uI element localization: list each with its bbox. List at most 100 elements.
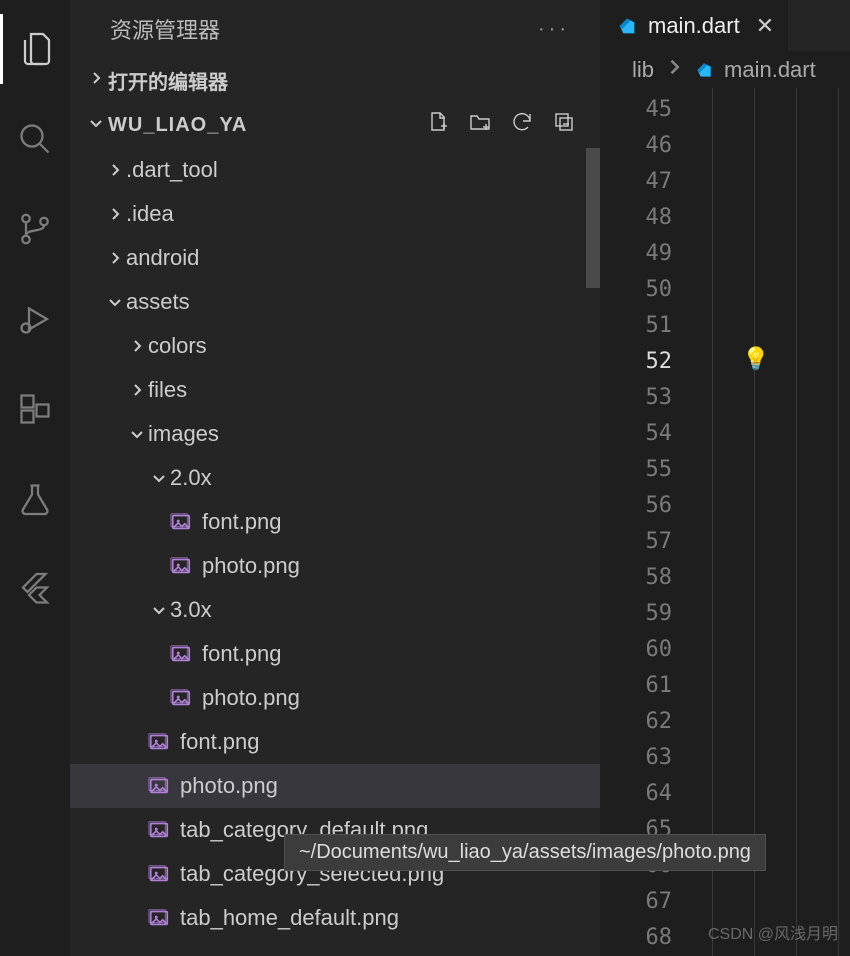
explorer-header: 资源管理器 ··· [70, 0, 600, 58]
line-number: 60 [600, 632, 672, 668]
line-number: 53 [600, 380, 672, 416]
tree-item-label: 2.0x [170, 465, 212, 491]
explorer-more-icon[interactable]: ··· [538, 18, 580, 41]
tree-item-label: .idea [126, 201, 174, 227]
chevron-right-icon [126, 338, 148, 354]
tree-item-label: photo.png [180, 773, 278, 799]
open-editors-label: 打开的编辑器 [108, 66, 228, 95]
line-number: 56 [600, 488, 672, 524]
code-body[interactable]: 💡 [688, 88, 850, 956]
line-number: 50 [600, 272, 672, 308]
code-area[interactable]: 4546474849505152535455565758596061626364… [600, 88, 850, 956]
line-number: 57 [600, 524, 672, 560]
tree-file[interactable]: photo.png [70, 544, 600, 588]
line-number: 52 [600, 344, 672, 380]
explorer-title: 资源管理器 [110, 13, 538, 45]
tree-item-label: photo.png [202, 553, 300, 579]
line-number: 48 [600, 200, 672, 236]
activity-bar [0, 0, 70, 956]
dart-icon [694, 60, 714, 80]
flask-icon [17, 481, 53, 517]
scrollbar-thumb[interactable] [586, 148, 600, 288]
line-number: 61 [600, 668, 672, 704]
tree-folder[interactable]: 2.0x [70, 456, 600, 500]
activity-flutter[interactable] [0, 554, 70, 624]
line-number: 62 [600, 704, 672, 740]
chevron-down-icon [148, 602, 170, 618]
extensions-icon [17, 391, 53, 427]
chevron-right-icon [664, 57, 684, 83]
chevron-right-icon [104, 250, 126, 266]
tree-item-label: files [148, 377, 187, 403]
breadcrumb-file[interactable]: main.dart [724, 57, 816, 83]
breadcrumb[interactable]: lib main.dart [600, 51, 850, 88]
tree-item-label: tab_home_default.png [180, 905, 399, 931]
tree-item-label: photo.png [202, 685, 300, 711]
chevron-right-icon [104, 206, 126, 222]
debug-icon [17, 301, 53, 337]
line-number: 59 [600, 596, 672, 632]
file-path-tooltip: ~/Documents/wu_liao_ya/assets/images/pho… [284, 834, 766, 871]
tree-folder[interactable]: assets [70, 280, 600, 324]
image-icon [148, 907, 170, 929]
lightbulb-icon[interactable]: 💡 [742, 346, 769, 372]
open-editors-section[interactable]: 打开的编辑器 [70, 58, 600, 102]
watermark: CSDN @风浅月明 [708, 920, 838, 944]
editor-tabs: main.dart ✕ [600, 0, 850, 51]
chevron-down-icon [84, 114, 108, 137]
tree-file[interactable]: font.png [70, 720, 600, 764]
tree-item-label: android [126, 245, 199, 271]
tree-file[interactable]: photo.png [70, 676, 600, 720]
explorer-panel: 资源管理器 ··· 打开的编辑器 WU_LIAO_YA .dart_tool .i… [70, 0, 600, 956]
new-folder-icon[interactable] [468, 110, 492, 140]
project-header[interactable]: WU_LIAO_YA [70, 102, 600, 148]
tree-folder[interactable]: 3.0x [70, 588, 600, 632]
chevron-down-icon [148, 470, 170, 486]
tree-item-label: 3.0x [170, 597, 212, 623]
line-number: 58 [600, 560, 672, 596]
image-icon [148, 731, 170, 753]
files-icon [19, 31, 55, 67]
dart-icon [616, 15, 638, 37]
chevron-right-icon [84, 69, 108, 92]
tree-file[interactable]: font.png [70, 632, 600, 676]
line-number: 49 [600, 236, 672, 272]
tree-item-label: font.png [202, 509, 282, 535]
image-icon [170, 511, 192, 533]
tree-item-label: font.png [202, 641, 282, 667]
activity-search[interactable] [0, 104, 70, 174]
line-number: 51 [600, 308, 672, 344]
tree-folder[interactable]: files [70, 368, 600, 412]
line-number: 68 [600, 920, 672, 956]
tree-folder[interactable]: android [70, 236, 600, 280]
collapse-all-icon[interactable] [552, 110, 576, 140]
chevron-down-icon [126, 426, 148, 442]
tree-item-label: .dart_tool [126, 157, 218, 183]
tree-folder[interactable]: images [70, 412, 600, 456]
line-number: 46 [600, 128, 672, 164]
breadcrumb-folder[interactable]: lib [632, 57, 654, 83]
refresh-icon[interactable] [510, 110, 534, 140]
activity-explorer[interactable] [0, 14, 70, 84]
activity-run-debug[interactable] [0, 284, 70, 354]
tab-main-dart[interactable]: main.dart ✕ [600, 0, 789, 51]
tree-folder[interactable]: .idea [70, 192, 600, 236]
activity-source-control[interactable] [0, 194, 70, 264]
tree-file[interactable]: font.png [70, 500, 600, 544]
tree-item-label: images [148, 421, 219, 447]
flutter-icon [17, 571, 53, 607]
tree-folder[interactable]: .dart_tool [70, 148, 600, 192]
search-icon [17, 121, 53, 157]
tree-item-label: font.png [180, 729, 260, 755]
tree-file[interactable]: tab_home_default.png [70, 896, 600, 940]
image-icon [148, 819, 170, 841]
branch-icon [17, 211, 53, 247]
line-number: 67 [600, 884, 672, 920]
tree-folder[interactable]: colors [70, 324, 600, 368]
activity-testing[interactable] [0, 464, 70, 534]
activity-extensions[interactable] [0, 374, 70, 444]
close-icon[interactable]: ✕ [756, 13, 774, 39]
tree-file[interactable]: photo.png [70, 764, 600, 808]
new-file-icon[interactable] [426, 110, 450, 140]
project-name: WU_LIAO_YA [108, 114, 426, 137]
